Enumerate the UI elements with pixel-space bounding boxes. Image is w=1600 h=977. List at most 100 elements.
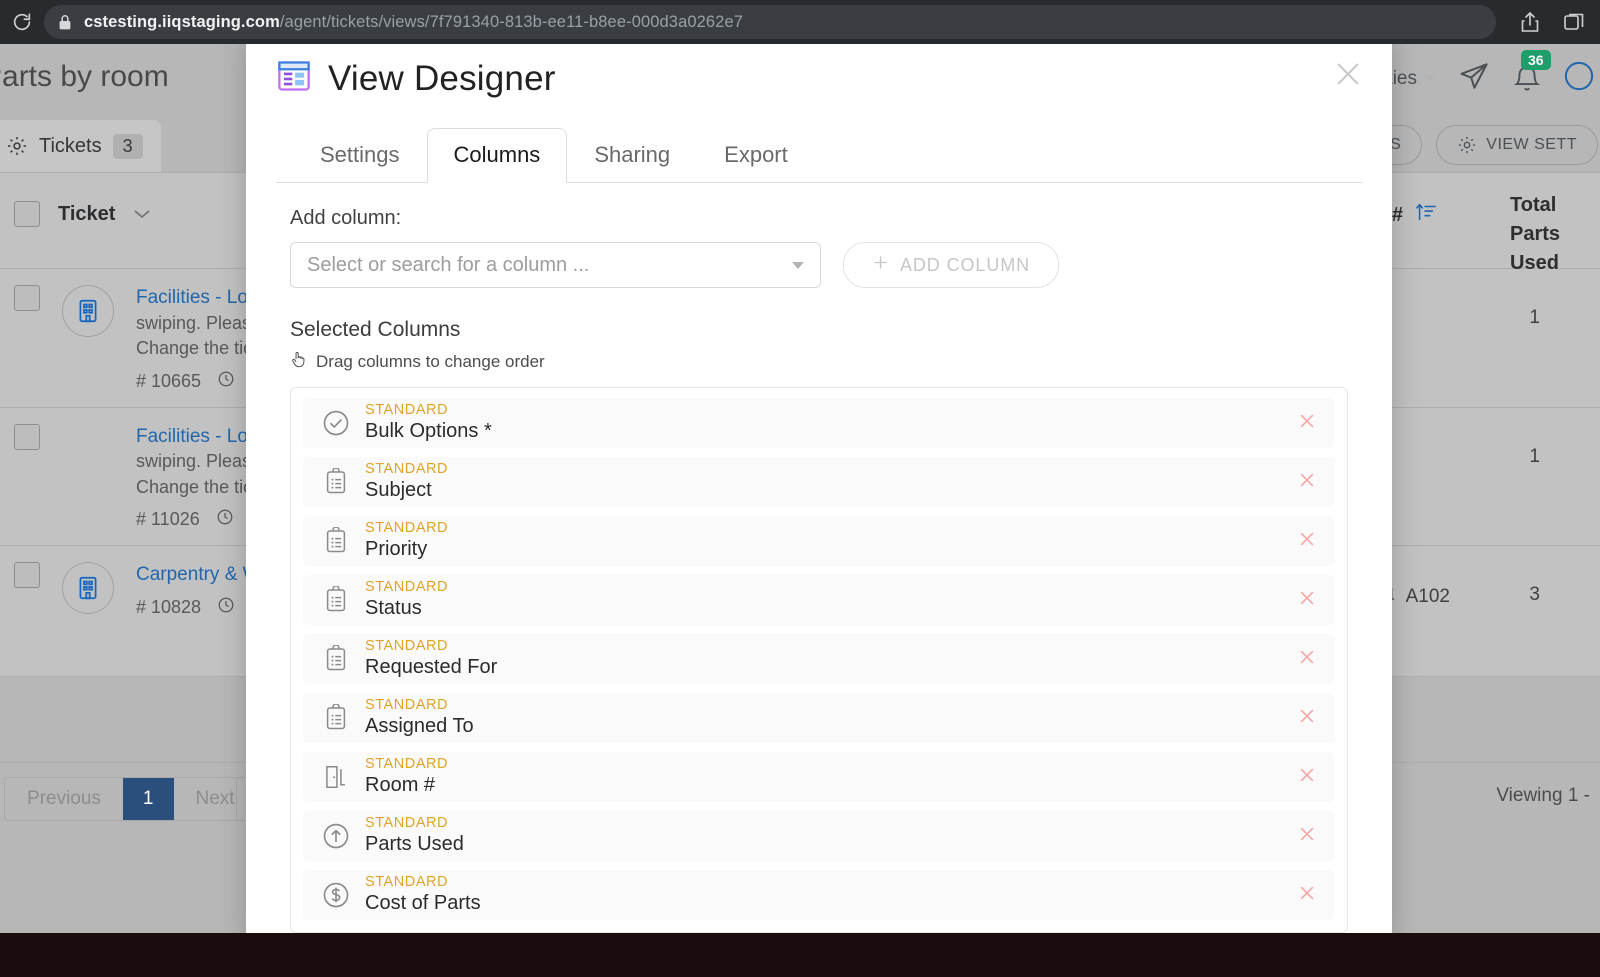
list-item[interactable]: STANDARD Parts Used [303, 811, 1335, 861]
ticket-title[interactable]: Carpentry & W [136, 564, 261, 585]
properties-menu[interactable]: ties [1387, 68, 1436, 90]
column-header-ticket-label: Ticket [58, 202, 116, 225]
list-item[interactable]: STANDARD Bulk Options * [303, 398, 1335, 448]
ticket-parts-used: 1 [1529, 445, 1540, 467]
chevron-down-icon[interactable] [133, 203, 151, 226]
lock-icon [58, 14, 72, 31]
remove-icon[interactable] [1297, 824, 1317, 848]
list-item[interactable]: STANDARD Assigned To [303, 693, 1335, 743]
pagination-page-1[interactable]: 1 [122, 778, 174, 820]
modal-body: Add column: Select or search for a colum… [246, 183, 1392, 939]
list-item[interactable]: STANDARD Status [303, 575, 1335, 625]
reload-icon[interactable] [0, 0, 44, 44]
add-column-button[interactable]: ADD COLUMN [843, 242, 1060, 288]
remove-icon[interactable] [1297, 883, 1317, 907]
column-name: Status [365, 597, 422, 620]
tab-settings[interactable]: Settings [293, 128, 427, 183]
address-bar[interactable]: cstesting.iiqstaging.com/agent/tickets/v… [44, 5, 1496, 39]
pagination-previous[interactable]: Previous [5, 778, 123, 820]
ticket-description-line: Change the tick [136, 338, 262, 359]
remove-icon[interactable] [1297, 765, 1317, 789]
column-name: Assigned To [365, 715, 474, 738]
column-name: Subject [365, 479, 432, 502]
remove-icon[interactable] [1297, 470, 1317, 494]
tab-tickets-count: 3 [112, 133, 143, 159]
column-name: Room # [365, 774, 436, 797]
column-name: Parts Used [365, 833, 464, 856]
ticket-type-icon [62, 424, 114, 476]
add-column-row: Select or search for a column ... ADD CO… [290, 242, 1348, 288]
tab-export[interactable]: Export [697, 128, 815, 183]
column-kind: STANDARD [365, 697, 449, 714]
clipboard-icon [319, 527, 353, 555]
remove-icon[interactable] [1297, 411, 1317, 435]
remove-icon[interactable] [1297, 588, 1317, 612]
ticket-parts-used: 1 [1529, 307, 1540, 328]
clipboard-icon [319, 586, 353, 614]
row-checkbox[interactable] [14, 423, 40, 450]
clipboard-icon [319, 704, 353, 732]
clock-icon [216, 508, 234, 531]
ticket-number: # 10665 [136, 370, 202, 391]
column-kind: STANDARD [365, 815, 449, 832]
gear-icon [1459, 136, 1476, 154]
column-header-ticket: Ticket [14, 201, 151, 227]
list-item[interactable]: STANDARD Cost of Parts [303, 870, 1335, 920]
remove-icon[interactable] [1297, 706, 1317, 730]
tab-tickets-label: Tickets [39, 134, 102, 157]
chevron-down-icon [1424, 75, 1436, 82]
ticket-number: # 10828 [136, 596, 202, 617]
view-designer-icon [276, 58, 312, 99]
tab-columns[interactable]: Columns [426, 128, 568, 183]
column-kind: STANDARD [365, 579, 449, 596]
bottom-strip [0, 933, 1600, 977]
ticket-number: # 11026 [136, 509, 200, 530]
ticket-description-line: swiping. Please [136, 451, 262, 472]
share-icon[interactable] [1510, 0, 1550, 44]
clock-icon [217, 596, 235, 619]
list-item[interactable]: STANDARD Room # [303, 752, 1335, 802]
modal-tabs: Settings Columns Sharing Export [276, 127, 1362, 183]
add-column-label: Add column: [290, 207, 402, 229]
column-kind: STANDARD [365, 520, 449, 537]
topbar-right-actions: ties 36 [1387, 49, 1594, 97]
ticket-description-line: swiping. Please [136, 312, 262, 333]
column-select-placeholder: Select or search for a column ... [307, 253, 590, 276]
remove-icon[interactable] [1297, 529, 1317, 553]
user-avatar[interactable] [1564, 61, 1594, 96]
dollar-circle-icon [319, 880, 353, 910]
list-item[interactable]: STANDARD Subject [303, 457, 1335, 507]
select-all-checkbox[interactable] [14, 201, 40, 227]
selected-columns-title: Selected Columns [290, 318, 461, 341]
column-header-parts: Total Parts Used [1510, 194, 1561, 274]
plus-icon [872, 254, 889, 276]
paper-plane-icon[interactable] [1458, 60, 1490, 97]
tab-sharing[interactable]: Sharing [567, 128, 697, 183]
door-icon [319, 763, 353, 791]
row-checkbox[interactable] [14, 285, 40, 311]
row-checkbox[interactable] [14, 562, 40, 589]
sort-ascending-icon[interactable] [1415, 201, 1437, 229]
tabs-icon[interactable] [1554, 0, 1594, 44]
clipboard-icon [319, 468, 353, 496]
list-item[interactable]: STANDARD Requested For [303, 634, 1335, 684]
notifications[interactable]: 36 [1512, 49, 1551, 94]
close-icon[interactable] [1332, 58, 1364, 90]
ticket-type-icon [62, 562, 114, 615]
tab-tickets[interactable]: Tickets 3 [0, 120, 161, 172]
column-select[interactable]: Select or search for a column ... [290, 242, 821, 288]
modal-title: View Designer [328, 58, 556, 98]
screen: cstesting.iiqstaging.com/agent/tickets/v… [0, 0, 1600, 977]
add-column-button-label: ADD COLUMN [900, 254, 1031, 275]
view-settings-button[interactable]: VIEW SETT [1436, 125, 1598, 165]
column-kind: STANDARD [365, 756, 449, 773]
column-kind: STANDARD [365, 874, 449, 891]
column-name: Cost of Parts [365, 892, 481, 915]
url-host: cstesting.iiqstaging.com [84, 12, 280, 31]
drag-hint-label: Drag columns to change order [316, 351, 545, 371]
arrow-up-circle-icon [319, 821, 353, 851]
remove-icon[interactable] [1297, 647, 1317, 671]
drag-hand-icon [290, 350, 307, 373]
browser-toolbar: cstesting.iiqstaging.com/agent/tickets/v… [0, 0, 1600, 44]
list-item[interactable]: STANDARD Priority [303, 516, 1335, 566]
